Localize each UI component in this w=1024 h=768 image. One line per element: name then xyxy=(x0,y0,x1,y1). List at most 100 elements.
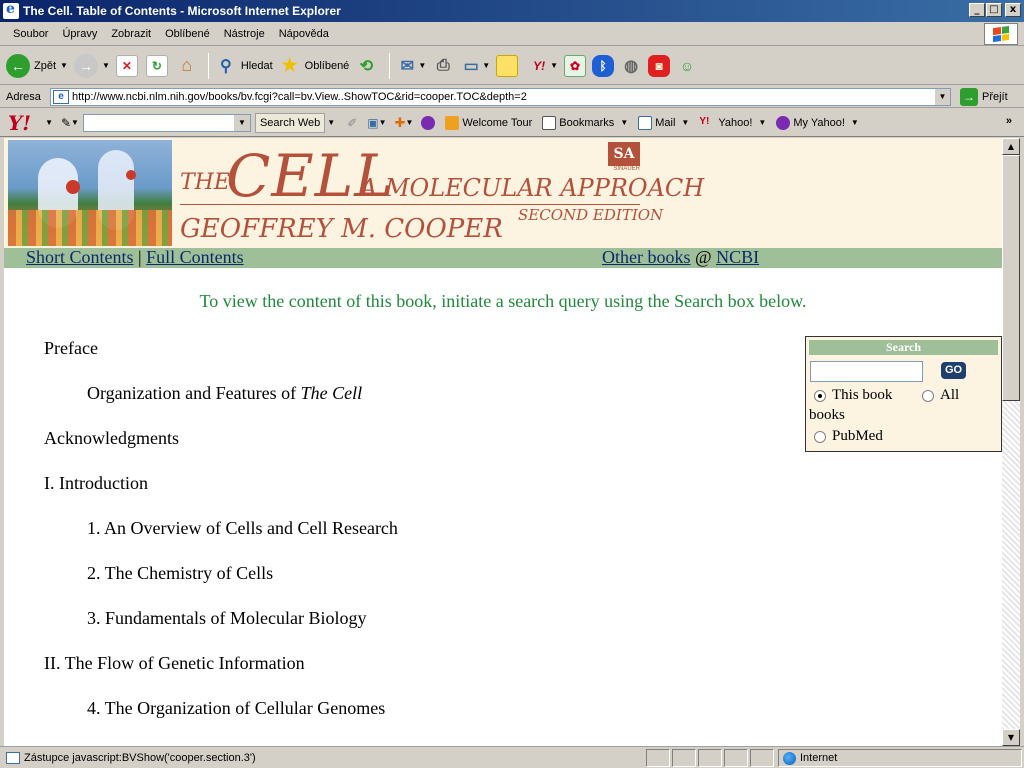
go-arrow-icon: → xyxy=(960,88,978,106)
radio-pubmed[interactable]: PubMed xyxy=(814,428,883,445)
toc-entry-part-2[interactable]: II. The Flow of Genetic Information xyxy=(44,651,398,696)
yahoo-search-dropdown-icon[interactable]: ▼ xyxy=(233,114,250,131)
go-button[interactable]: → Přejít xyxy=(960,88,1008,106)
stop-icon[interactable]: ✕ xyxy=(115,54,138,77)
radio-pubmed-control[interactable] xyxy=(814,430,826,443)
scroll-down-button[interactable]: ▼ xyxy=(1002,729,1020,746)
yahoo-menu-dropdown-icon[interactable]: ▼ xyxy=(45,118,53,127)
edit-icon[interactable]: ▭ xyxy=(460,55,482,77)
forward-dropdown-icon[interactable]: ▼ xyxy=(102,61,110,70)
address-dropdown-icon[interactable]: ▼ xyxy=(934,89,950,105)
menu-edit[interactable]: Úpravy xyxy=(55,28,104,40)
toc-entry-organization[interactable]: Organization and Features of The Cell xyxy=(44,381,398,426)
toc-label-italic[interactable]: The Cell xyxy=(301,383,363,403)
toc-label[interactable]: I. Introduction xyxy=(44,473,148,493)
scroll-track[interactable] xyxy=(1002,401,1020,729)
toc-label[interactable]: 3. Fundamentals of Molecular Biology xyxy=(87,608,366,628)
toc-entry-acknowledgments[interactable]: Acknowledgments xyxy=(44,426,398,471)
icq-icon[interactable]: ✿ xyxy=(564,54,587,77)
home-icon[interactable]: ⌂ xyxy=(176,55,198,77)
toc-label[interactable]: 1. An Overview of Cells and Cell Researc… xyxy=(87,518,398,538)
toolbar-overflow-button[interactable]: » xyxy=(1006,115,1012,127)
radio-this-book-label: This book xyxy=(832,387,893,403)
favorites-button[interactable]: ★ Oblíbené xyxy=(279,55,350,77)
book-search-input[interactable] xyxy=(810,361,923,382)
pencil-dropdown-icon[interactable]: ▼ xyxy=(71,118,79,127)
scroll-thumb[interactable] xyxy=(1002,155,1020,401)
toc-label[interactable]: Preface xyxy=(44,338,98,358)
banner-subtitle: A MOLECULAR APPROACH xyxy=(360,174,705,202)
search-go-button[interactable]: GO xyxy=(941,362,966,379)
radio-this-book-control[interactable] xyxy=(814,389,826,402)
history-icon[interactable]: ⟲ xyxy=(355,55,377,77)
ncbi-link[interactable]: NCBI xyxy=(716,247,759,267)
notes-icon[interactable] xyxy=(496,54,519,77)
maximize-button[interactable]: □ xyxy=(986,3,1002,17)
toc-label[interactable]: 4. The Organization of Cellular Genomes xyxy=(87,698,385,718)
other-books-link[interactable]: Other books xyxy=(602,247,691,267)
print-icon[interactable]: ⎙ xyxy=(432,55,454,77)
yahoo-messenger-icon[interactable]: Y! xyxy=(528,55,550,77)
vertical-scrollbar[interactable]: ▲ ▼ xyxy=(1002,138,1020,746)
back-button[interactable]: ← Zpět ▼ xyxy=(6,53,68,78)
full-contents-link[interactable]: Full Contents xyxy=(146,247,244,267)
toc-label[interactable]: Organization and Features of xyxy=(87,383,301,403)
toc-entry-chapter-1[interactable]: 1. An Overview of Cells and Cell Researc… xyxy=(44,516,398,561)
menu-help[interactable]: Nápověda xyxy=(272,28,336,40)
radio-all-books-control[interactable] xyxy=(922,389,934,402)
forward-button[interactable]: → ▼ xyxy=(73,53,110,78)
toc-label[interactable]: Acknowledgments xyxy=(44,428,179,448)
radio-icon[interactable]: ◙ xyxy=(648,54,671,77)
toc-entry-chapter-2[interactable]: 2. The Chemistry of Cells xyxy=(44,561,398,606)
menu-tools[interactable]: Nástroje xyxy=(217,28,272,40)
pencil-icon[interactable]: ✎ xyxy=(61,116,71,130)
yahoo-search-input[interactable]: ▼ xyxy=(82,113,251,132)
bluetooth-icon[interactable]: ᛒ xyxy=(592,54,615,77)
edit-dropdown-icon[interactable]: ▼ xyxy=(482,61,490,70)
search-box-title: Search xyxy=(809,340,998,355)
toc-label[interactable]: 2. The Chemistry of Cells xyxy=(87,563,273,583)
msn-messenger-icon[interactable]: ☺ xyxy=(676,55,698,77)
address-url[interactable]: http://www.ncbi.nlm.nih.gov/books/bv.fcg… xyxy=(72,91,527,103)
menu-favorites[interactable]: Oblíbené xyxy=(158,28,217,40)
search-web-button[interactable]: Search Web xyxy=(254,112,326,133)
antispy-icon[interactable]: ✚ xyxy=(395,115,406,131)
toc-label[interactable]: II. The Flow of Genetic Information xyxy=(44,653,305,673)
music-icon[interactable] xyxy=(421,115,436,130)
menu-file[interactable]: Soubor xyxy=(6,28,55,40)
bookmarks-dropdown-icon: ▼ xyxy=(620,118,629,127)
yahoo-dropdown-icon[interactable]: ▼ xyxy=(550,61,558,70)
search-web-dropdown-icon[interactable]: ▼ xyxy=(327,118,335,127)
globe-icon xyxy=(783,751,796,765)
welcome-tour-link[interactable]: Welcome Tour xyxy=(445,115,532,130)
toc-entry-chapter-4[interactable]: 4. The Organization of Cellular Genomes xyxy=(44,696,398,741)
back-dropdown-icon[interactable]: ▼ xyxy=(60,61,68,70)
mail-icon[interactable]: ✉ xyxy=(396,55,418,77)
scroll-up-button[interactable]: ▲ xyxy=(1002,138,1020,155)
menu-view[interactable]: Zobrazit xyxy=(104,28,158,40)
short-contents-link[interactable]: Short Contents xyxy=(26,247,134,267)
antispy-dropdown-icon[interactable]: ▼ xyxy=(405,118,413,127)
close-button[interactable]: x xyxy=(1005,3,1021,17)
star-icon: ★ xyxy=(281,55,298,75)
address-input[interactable]: e http://www.ncbi.nlm.nih.gov/books/bv.f… xyxy=(50,88,951,106)
yahoo-menu[interactable]: Y! Yahoo! ▼ xyxy=(699,116,766,130)
highlight-icon[interactable]: ✐ xyxy=(347,116,357,130)
mail-dropdown-icon[interactable]: ▼ xyxy=(418,61,426,70)
radio-all-books[interactable]: All xyxy=(922,387,959,404)
popup-dropdown-icon[interactable]: ▼ xyxy=(379,118,387,127)
mail-menu[interactable]: Mail ▼ xyxy=(638,115,689,130)
messenger-icon[interactable]: ◍ xyxy=(620,55,642,77)
toc-entry-preface[interactable]: Preface xyxy=(44,336,398,381)
yahoo-logo[interactable]: Y! xyxy=(8,111,31,135)
popup-blocker-icon[interactable]: ▣ xyxy=(367,116,378,130)
my-yahoo-menu[interactable]: My Yahoo! ▼ xyxy=(776,115,859,130)
toc-entry-part-1[interactable]: I. Introduction xyxy=(44,471,398,516)
refresh-icon[interactable]: ↻ xyxy=(145,54,168,77)
search-button[interactable]: ⚲ Hledat xyxy=(215,55,273,77)
bookmarks-menu[interactable]: Bookmarks ▼ xyxy=(542,115,629,130)
radio-this-book[interactable]: This book xyxy=(814,387,892,404)
banner-edition: SECOND EDITION xyxy=(518,206,664,224)
toc-entry-chapter-3[interactable]: 3. Fundamentals of Molecular Biology xyxy=(44,606,398,651)
minimize-button[interactable]: _ xyxy=(969,3,985,17)
